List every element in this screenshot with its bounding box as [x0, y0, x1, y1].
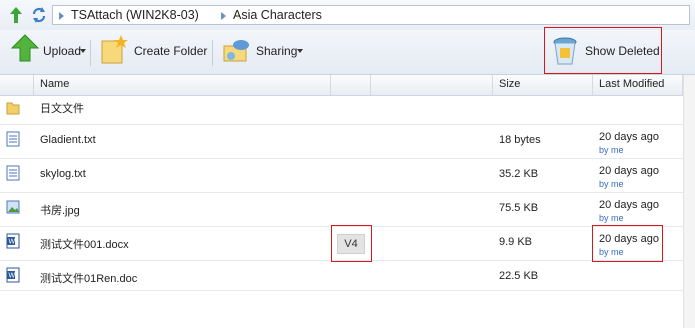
navigation-bar: TSAttach (WIN2K8-03) Asia Characters [0, 0, 695, 30]
file-list-header: Name Size Last Modified [0, 75, 695, 96]
text-file-icon [6, 131, 20, 147]
chevron-right-icon [221, 12, 226, 20]
highlight-box [592, 225, 663, 262]
file-size: 22.5 KB [499, 270, 539, 282]
text-file-icon [6, 165, 20, 181]
svg-text:W: W [9, 239, 16, 246]
version-column-header [331, 75, 371, 95]
modified-by: by me [599, 213, 624, 223]
upload-arrow-icon [10, 34, 40, 62]
sharing-icon [223, 40, 249, 62]
sharing-label: Sharing [256, 44, 298, 58]
file-size: 75.5 KB [499, 202, 539, 214]
modified-by: by me [599, 145, 624, 155]
highlight-box [331, 225, 372, 262]
sharing-button[interactable]: Sharing [219, 30, 309, 74]
file-row[interactable]: 书房.jpg 75.5 KB 20 days ago by me [0, 193, 695, 227]
upload-label: Upload [43, 44, 82, 58]
file-name[interactable]: 书房.jpg [40, 202, 80, 218]
vertical-scrollbar[interactable] [683, 75, 695, 328]
last-modified-column-label: Last Modified [599, 78, 665, 90]
file-row-folder[interactable]: 日文文件 [0, 95, 695, 125]
word-document-icon: W [6, 233, 20, 249]
chevron-down-icon [297, 49, 303, 53]
breadcrumb-item-current-folder[interactable]: Asia Characters [233, 8, 322, 22]
size-column-header[interactable]: Size [493, 75, 593, 95]
file-name[interactable]: 测试文件001.docx [40, 236, 129, 252]
modified-date: 20 days ago [599, 131, 659, 143]
file-name[interactable]: 测试文件01Ren.doc [40, 270, 137, 286]
folder-icon [6, 102, 20, 115]
up-folder-icon[interactable] [8, 6, 24, 24]
toolbar-divider [90, 40, 91, 66]
file-size: 35.2 KB [499, 168, 539, 180]
modified-date: 20 days ago [599, 199, 659, 211]
file-row[interactable]: Gladient.txt 18 bytes 20 days ago by me [0, 125, 695, 159]
file-size: 18 bytes [499, 134, 541, 146]
chevron-right-icon [59, 12, 64, 20]
highlight-box [544, 27, 662, 74]
modified-by: by me [599, 179, 624, 189]
svg-text:W: W [9, 273, 16, 280]
name-column-header[interactable]: Name [34, 75, 331, 95]
breadcrumb: TSAttach (WIN2K8-03) Asia Characters [52, 5, 690, 25]
new-folder-icon [101, 35, 128, 64]
file-name[interactable]: skylog.txt [40, 168, 86, 180]
icon-column-header [0, 75, 34, 95]
image-file-icon [6, 200, 20, 214]
chevron-down-icon [80, 49, 86, 53]
create-folder-label: Create Folder [134, 44, 208, 58]
breadcrumb-item-server[interactable]: TSAttach (WIN2K8-03) [71, 8, 199, 22]
file-name[interactable]: 日文文件 [40, 100, 84, 116]
refresh-icon[interactable] [30, 6, 48, 24]
file-name[interactable]: Gladient.txt [40, 134, 96, 146]
file-size: 9.9 KB [499, 236, 533, 248]
toolbar-divider [212, 40, 213, 66]
file-row[interactable]: W 测试文件01Ren.doc 22.5 KB [0, 261, 695, 291]
word-document-icon: W [6, 267, 20, 283]
create-folder-button[interactable]: Create Folder [97, 30, 207, 74]
upload-button[interactable]: Upload [8, 30, 88, 74]
file-row[interactable]: skylog.txt 35.2 KB 20 days ago by me [0, 159, 695, 193]
name-column-label: Name [40, 78, 70, 90]
last-modified-column-header[interactable]: Last Modified [593, 75, 683, 95]
spacer-column-header [371, 75, 493, 95]
size-column-label: Size [499, 78, 521, 90]
modified-date: 20 days ago [599, 165, 659, 177]
